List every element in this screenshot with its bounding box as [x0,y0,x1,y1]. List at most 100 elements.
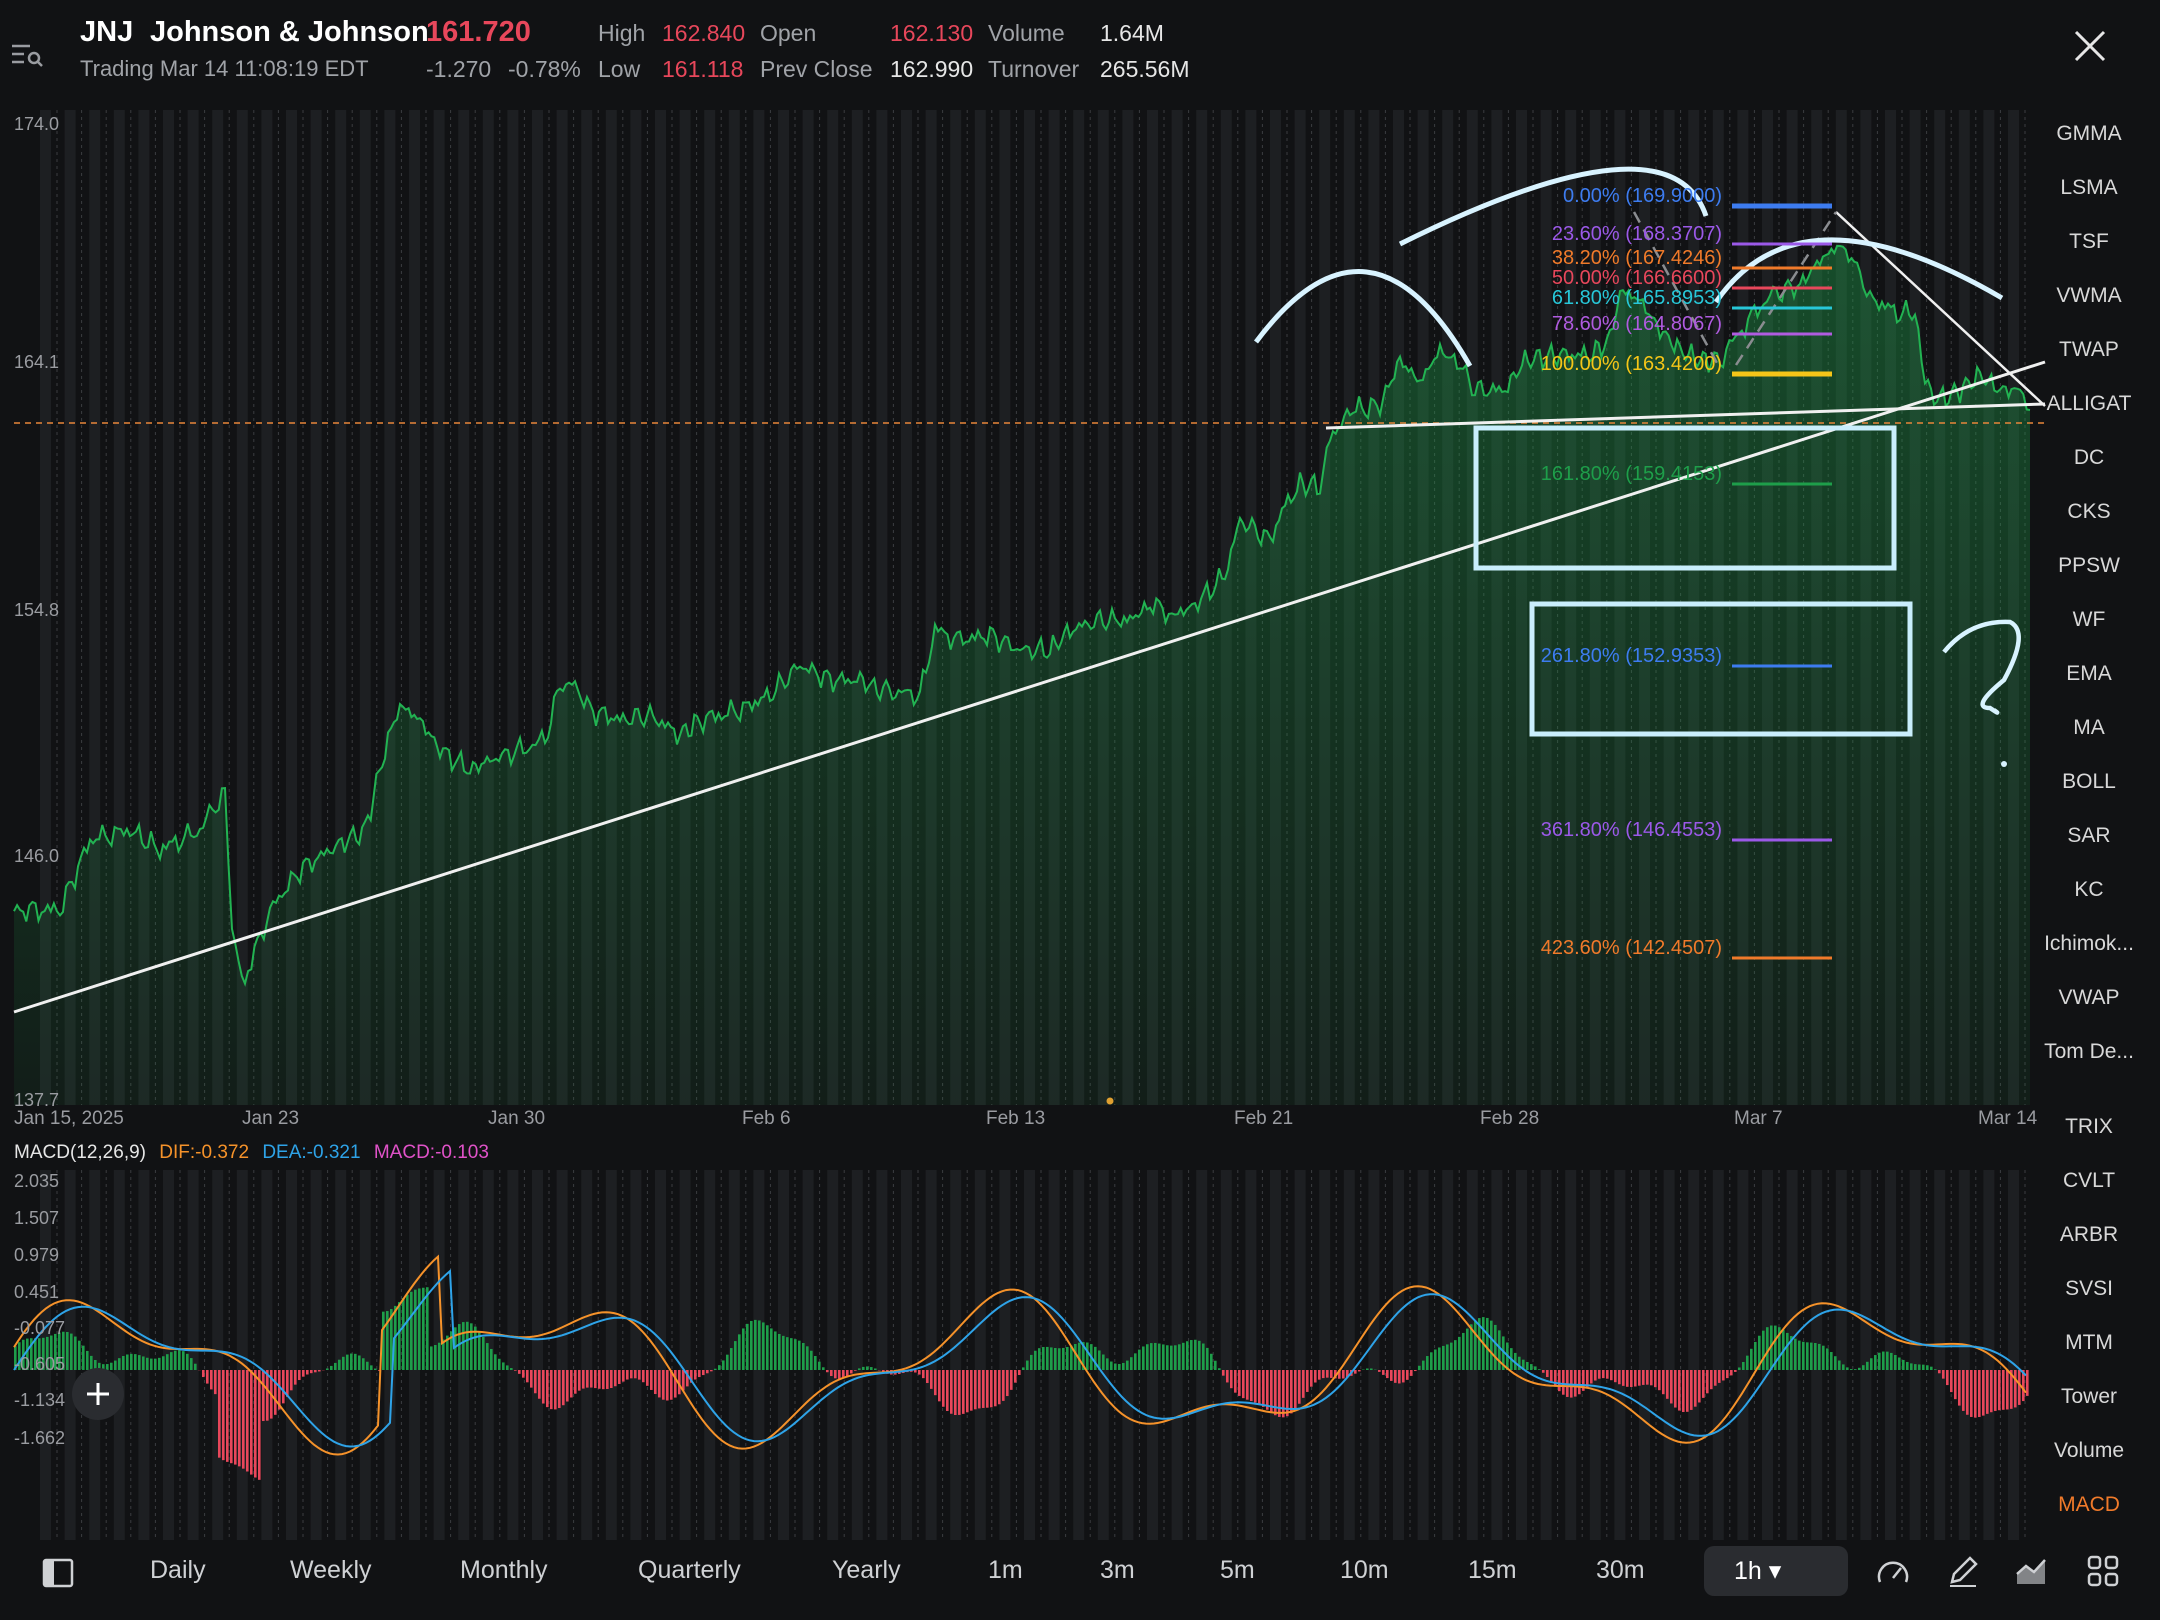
stripe [1245,1170,1257,1540]
indicator-wf[interactable]: WF [2034,608,2144,632]
timeframe-weekly[interactable]: Weekly [290,1556,372,1585]
macd-bar [1626,1370,1629,1387]
menu-icon[interactable] [10,40,44,70]
stripe [876,1170,888,1540]
macd-bar [210,1370,213,1390]
stripe [1220,1170,1232,1540]
timeframe-1m[interactable]: 1m [988,1556,1023,1585]
macd-bar [1578,1370,1581,1395]
macd-bar [978,1370,981,1409]
macd-bar [1462,1332,1465,1370]
macd-bar [246,1370,249,1472]
macd-bar [1650,1370,1653,1386]
timeframe-30m[interactable]: 30m [1596,1556,1645,1585]
indicator-ichimok-[interactable]: Ichimok... [2034,932,2144,956]
sub-indicator-trix[interactable]: TRIX [2034,1115,2144,1139]
indicator-cks[interactable]: CKS [2034,500,2144,524]
timeframe-10m[interactable]: 10m [1340,1556,1389,1585]
timeframe-yearly[interactable]: Yearly [832,1556,901,1585]
macd-bar [638,1370,641,1380]
macd-bar [1322,1370,1325,1379]
macd-bar [718,1365,721,1370]
indicator-vwap[interactable]: VWAP [2034,986,2144,1010]
indicator-kc[interactable]: KC [2034,878,2144,902]
indicator-ppsw[interactable]: PPSW [2034,554,2144,578]
macd-bar [1922,1364,1925,1370]
macd-bar [958,1370,961,1415]
sub-indicator-macd[interactable]: MACD [2034,1493,2144,1517]
macd-bar [850,1370,853,1374]
price-chart[interactable]: 0.00% (169.9000) 23.60% (168.3707)38.20% … [0,110,2050,1110]
indicator-vwma[interactable]: VWMA [2034,284,2144,308]
macd-bar [1826,1348,1829,1370]
close-icon[interactable] [2072,28,2108,64]
macd-bar [934,1370,937,1396]
indicator-gmma[interactable]: GMMA [2034,122,2144,146]
macd-bar [806,1346,809,1370]
macd-bar [570,1370,573,1398]
macd-bar [158,1357,161,1370]
macd-bar [1182,1342,1185,1370]
timeframe-monthly[interactable]: Monthly [460,1556,548,1585]
indicator-alligat[interactable]: ALLIGAT [2034,392,2144,416]
macd-title: MACD(12,26,9) [14,1142,146,1163]
macd-bar [754,1319,757,1370]
sub-indicator-cvlt[interactable]: CVLT [2034,1169,2144,1193]
sub-indicator-volume[interactable]: Volume [2034,1439,2144,1463]
timeframe-5m[interactable]: 5m [1220,1556,1255,1585]
macd-bar [674,1370,677,1398]
indicator-ema[interactable]: EMA [2034,662,2144,686]
macd-bar [1230,1370,1233,1389]
macd-bar [1430,1352,1433,1370]
layout-toggle-icon[interactable] [42,1558,74,1588]
sub-indicator-mtm[interactable]: MTM [2034,1331,2144,1355]
macd-bar [1442,1345,1445,1370]
macd-bar [330,1365,333,1370]
stripe [1835,1170,1847,1540]
indicator-sar[interactable]: SAR [2034,824,2144,848]
macd-bar [1958,1370,1961,1406]
stripe [261,1170,273,1540]
macd-bar [434,1345,437,1370]
macd-bar [1474,1320,1477,1370]
timeframe-quarterly[interactable]: Quarterly [638,1556,741,1585]
macd-bar [942,1370,945,1407]
macd-bar [1214,1360,1217,1370]
indicator-lsma[interactable]: LSMA [2034,176,2144,200]
sub-indicator-tower[interactable]: Tower [2034,1385,2144,1409]
macd-bar [1810,1342,1813,1370]
macd-bar [1050,1347,1053,1370]
macd-bar [1670,1370,1673,1404]
chart-type-icon[interactable] [2014,1554,2048,1588]
indicator-tsf[interactable]: TSF [2034,230,2144,254]
indicator-boll[interactable]: BOLL [2034,770,2144,794]
indicator-ma[interactable]: MA [2034,716,2144,740]
indicator-dc[interactable]: DC [2034,446,2144,470]
indicator-tom-de-[interactable]: Tom De... [2034,1040,2144,1064]
macd-bar [790,1338,793,1370]
gauge-icon[interactable] [1876,1556,1910,1590]
macd-value: MACD:-0.103 [373,1142,489,1163]
timeframe-daily[interactable]: Daily [150,1556,206,1585]
macd-bar [702,1370,705,1376]
macd-bar [1058,1348,1061,1370]
stripe [605,1170,617,1540]
macd-bar [1194,1339,1197,1370]
price-change-pct: -0.78% [508,56,581,82]
macd-bar [1678,1370,1681,1411]
stripe [581,1170,593,1540]
indicator-twap[interactable]: TWAP [2034,338,2144,362]
sub-indicator-svsi[interactable]: SVSI [2034,1277,2144,1301]
timeframe-1h-dropdown[interactable]: 1h ▾ [1704,1546,1848,1596]
timeframe-15m[interactable]: 15m [1468,1556,1517,1585]
add-crosshair-button[interactable] [72,1368,124,1420]
macd-bar [1054,1347,1057,1370]
macd-bar [1390,1370,1393,1381]
macd-bar [1642,1370,1645,1385]
timeframe-3m[interactable]: 3m [1100,1556,1135,1585]
pen-draw-icon[interactable] [1946,1554,1980,1588]
grid-menu-icon[interactable] [2086,1554,2120,1588]
macd-bar [1530,1364,1533,1370]
macd-chart[interactable]: 2.035 1.507 0.979 0.451 -0.077 -0.605 -1.134 -1… [0,1170,2050,1540]
sub-indicator-arbr[interactable]: ARBR [2034,1223,2144,1247]
